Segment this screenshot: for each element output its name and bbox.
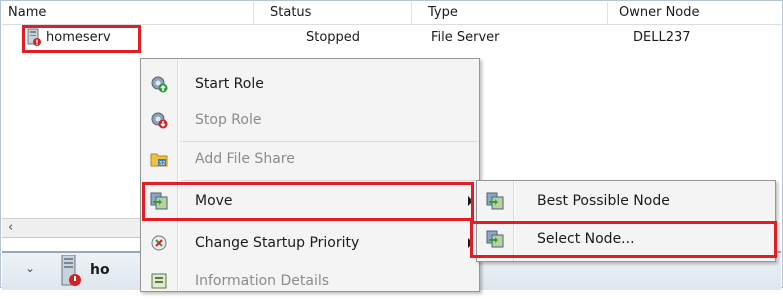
menu-item-label: Add File Share (195, 151, 295, 167)
stop-role-icon (151, 112, 168, 129)
highlight-select-node (470, 221, 777, 258)
menu-item-stop-role[interactable]: Stop Role (141, 102, 479, 138)
column-status-label: Status (270, 5, 312, 20)
column-owner-node[interactable]: Owner Node (613, 2, 781, 24)
menu-separator (181, 180, 477, 181)
menu-item-label: Start Role (195, 76, 264, 92)
menu-item-label: Stop Role (195, 112, 262, 128)
column-name[interactable]: Name (2, 2, 254, 24)
menu-item-label: Change Startup Priority (195, 235, 360, 251)
highlight-role-row (22, 25, 141, 53)
context-menu: Start Role Stop Role 32 Add File Share M… (140, 58, 480, 292)
menu-item-information-details[interactable]: Information Details (141, 263, 479, 299)
column-owner-label: Owner Node (619, 5, 700, 20)
column-name-label: Name (8, 5, 47, 20)
submenu-item-best-possible-node[interactable]: Best Possible Node (477, 183, 775, 219)
start-role-icon (151, 76, 168, 93)
row-type: File Server (431, 30, 500, 45)
move-node-icon (486, 192, 504, 210)
menu-item-start-role[interactable]: Start Role (141, 66, 479, 102)
column-type[interactable]: Type (422, 2, 608, 24)
menu-item-change-startup-priority[interactable]: Change Startup Priority (141, 225, 479, 261)
collapse-chevron-icon[interactable]: ⌄ (25, 261, 35, 275)
column-header-row: Name Status Type Owner Node (2, 2, 781, 25)
menu-item-add-file-share[interactable]: 32 Add File Share (141, 141, 479, 177)
details-role-name: ho (90, 262, 110, 278)
menu-item-label: Best Possible Node (537, 193, 670, 209)
menu-item-label: Information Details (195, 273, 330, 289)
add-file-share-icon: 32 (150, 153, 168, 167)
highlight-move-item (142, 182, 474, 221)
server-icon (61, 255, 81, 286)
row-owner: DELL237 (633, 30, 691, 45)
row-status: Stopped (306, 30, 361, 45)
priority-icon (151, 235, 167, 251)
info-icon (151, 273, 167, 289)
scroll-left-icon[interactable]: ‹ (8, 219, 13, 237)
svg-text:32: 32 (159, 161, 165, 167)
column-status[interactable]: Status (264, 2, 412, 24)
column-type-label: Type (428, 5, 458, 20)
